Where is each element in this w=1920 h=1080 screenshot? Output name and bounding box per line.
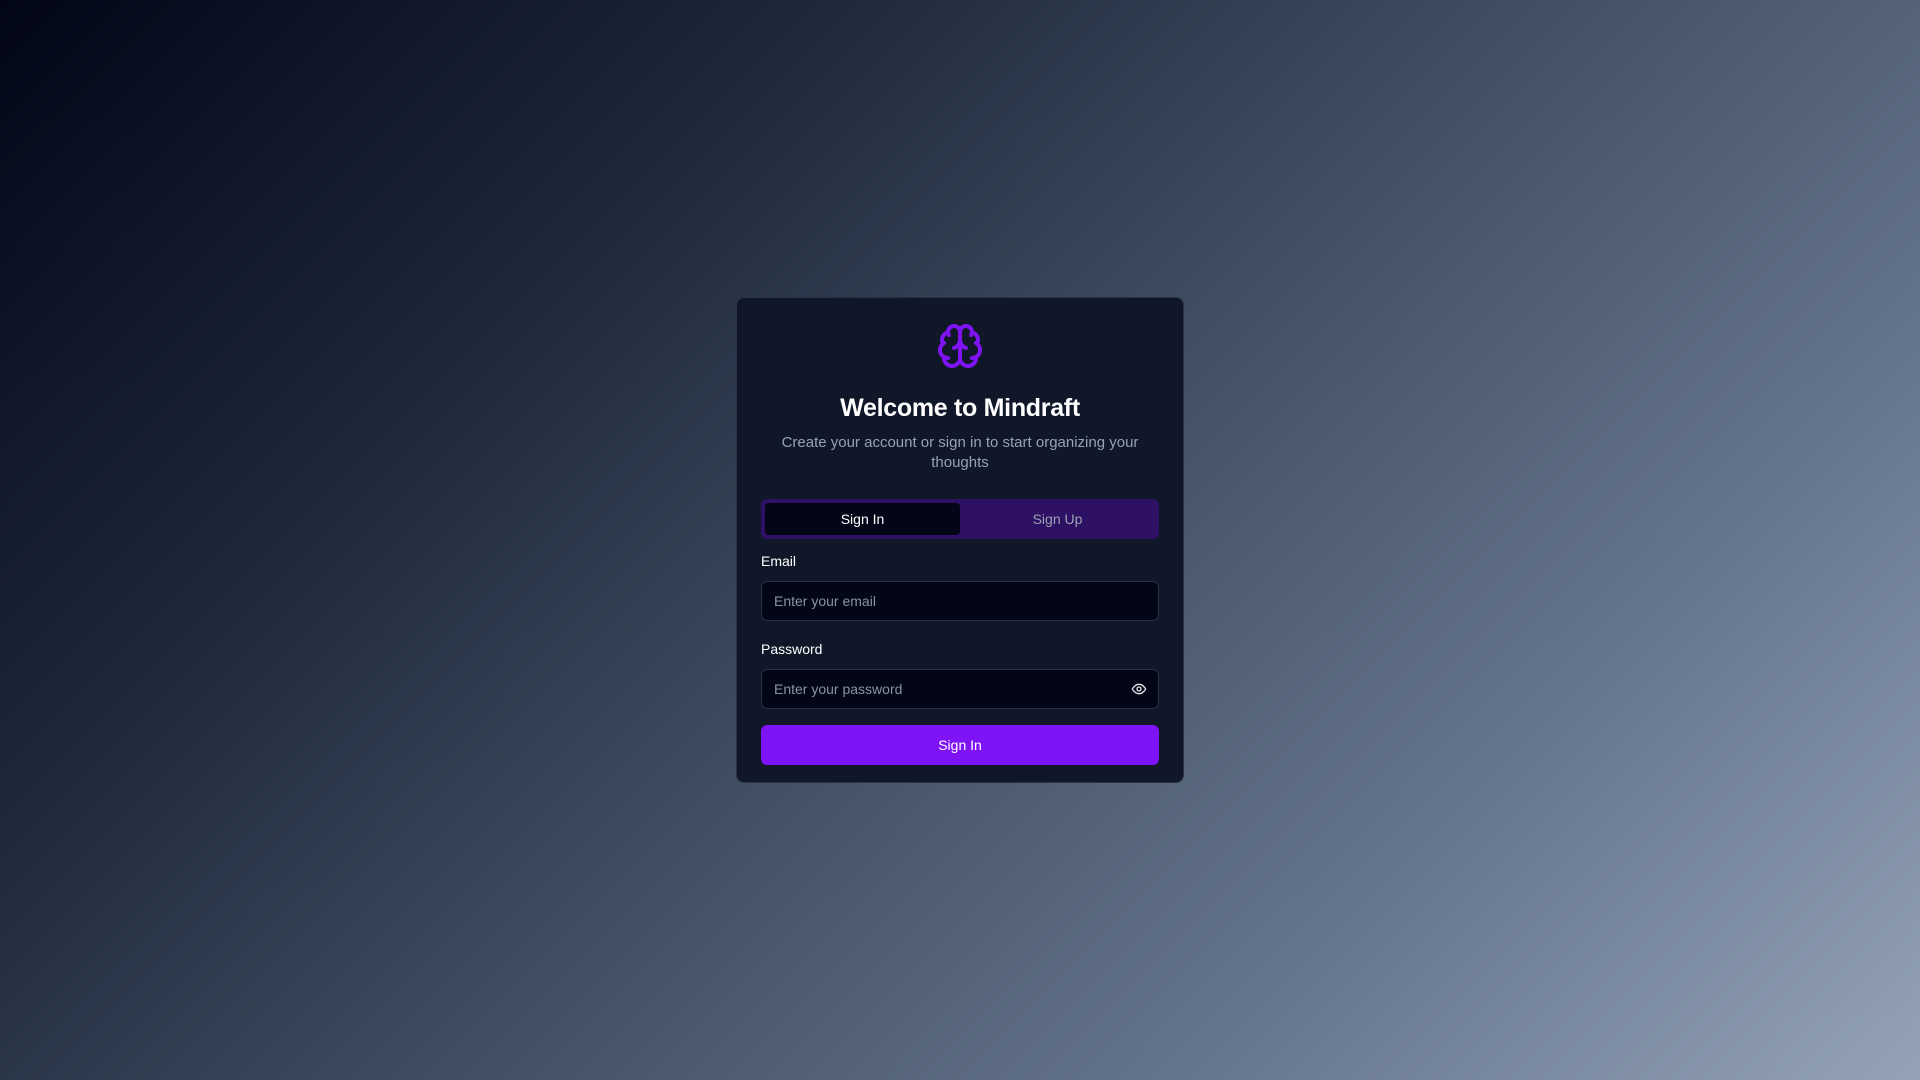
password-field[interactable] — [761, 669, 1159, 709]
page-subtitle: Create your account or sign in to start … — [781, 434, 1139, 471]
email-field-wrapper — [761, 581, 1159, 621]
tab-sign-in[interactable]: Sign In — [765, 503, 960, 535]
tab-sign-up[interactable]: Sign Up — [960, 503, 1155, 535]
password-field-wrapper — [761, 669, 1159, 709]
auth-tabs: Sign In Sign Up — [761, 499, 1159, 539]
eye-icon — [1131, 683, 1147, 695]
password-label: Password — [761, 641, 823, 657]
email-field[interactable] — [761, 581, 1159, 621]
email-label: Email — [761, 553, 797, 569]
sign-in-button[interactable]: Sign In — [761, 725, 1159, 765]
auth-card: Welcome to Mindraft Create your account … — [736, 297, 1184, 783]
brain-icon — [938, 324, 982, 368]
show-password-toggle[interactable] — [1129, 679, 1149, 699]
page-title: Welcome to Mindraft — [840, 394, 1080, 422]
